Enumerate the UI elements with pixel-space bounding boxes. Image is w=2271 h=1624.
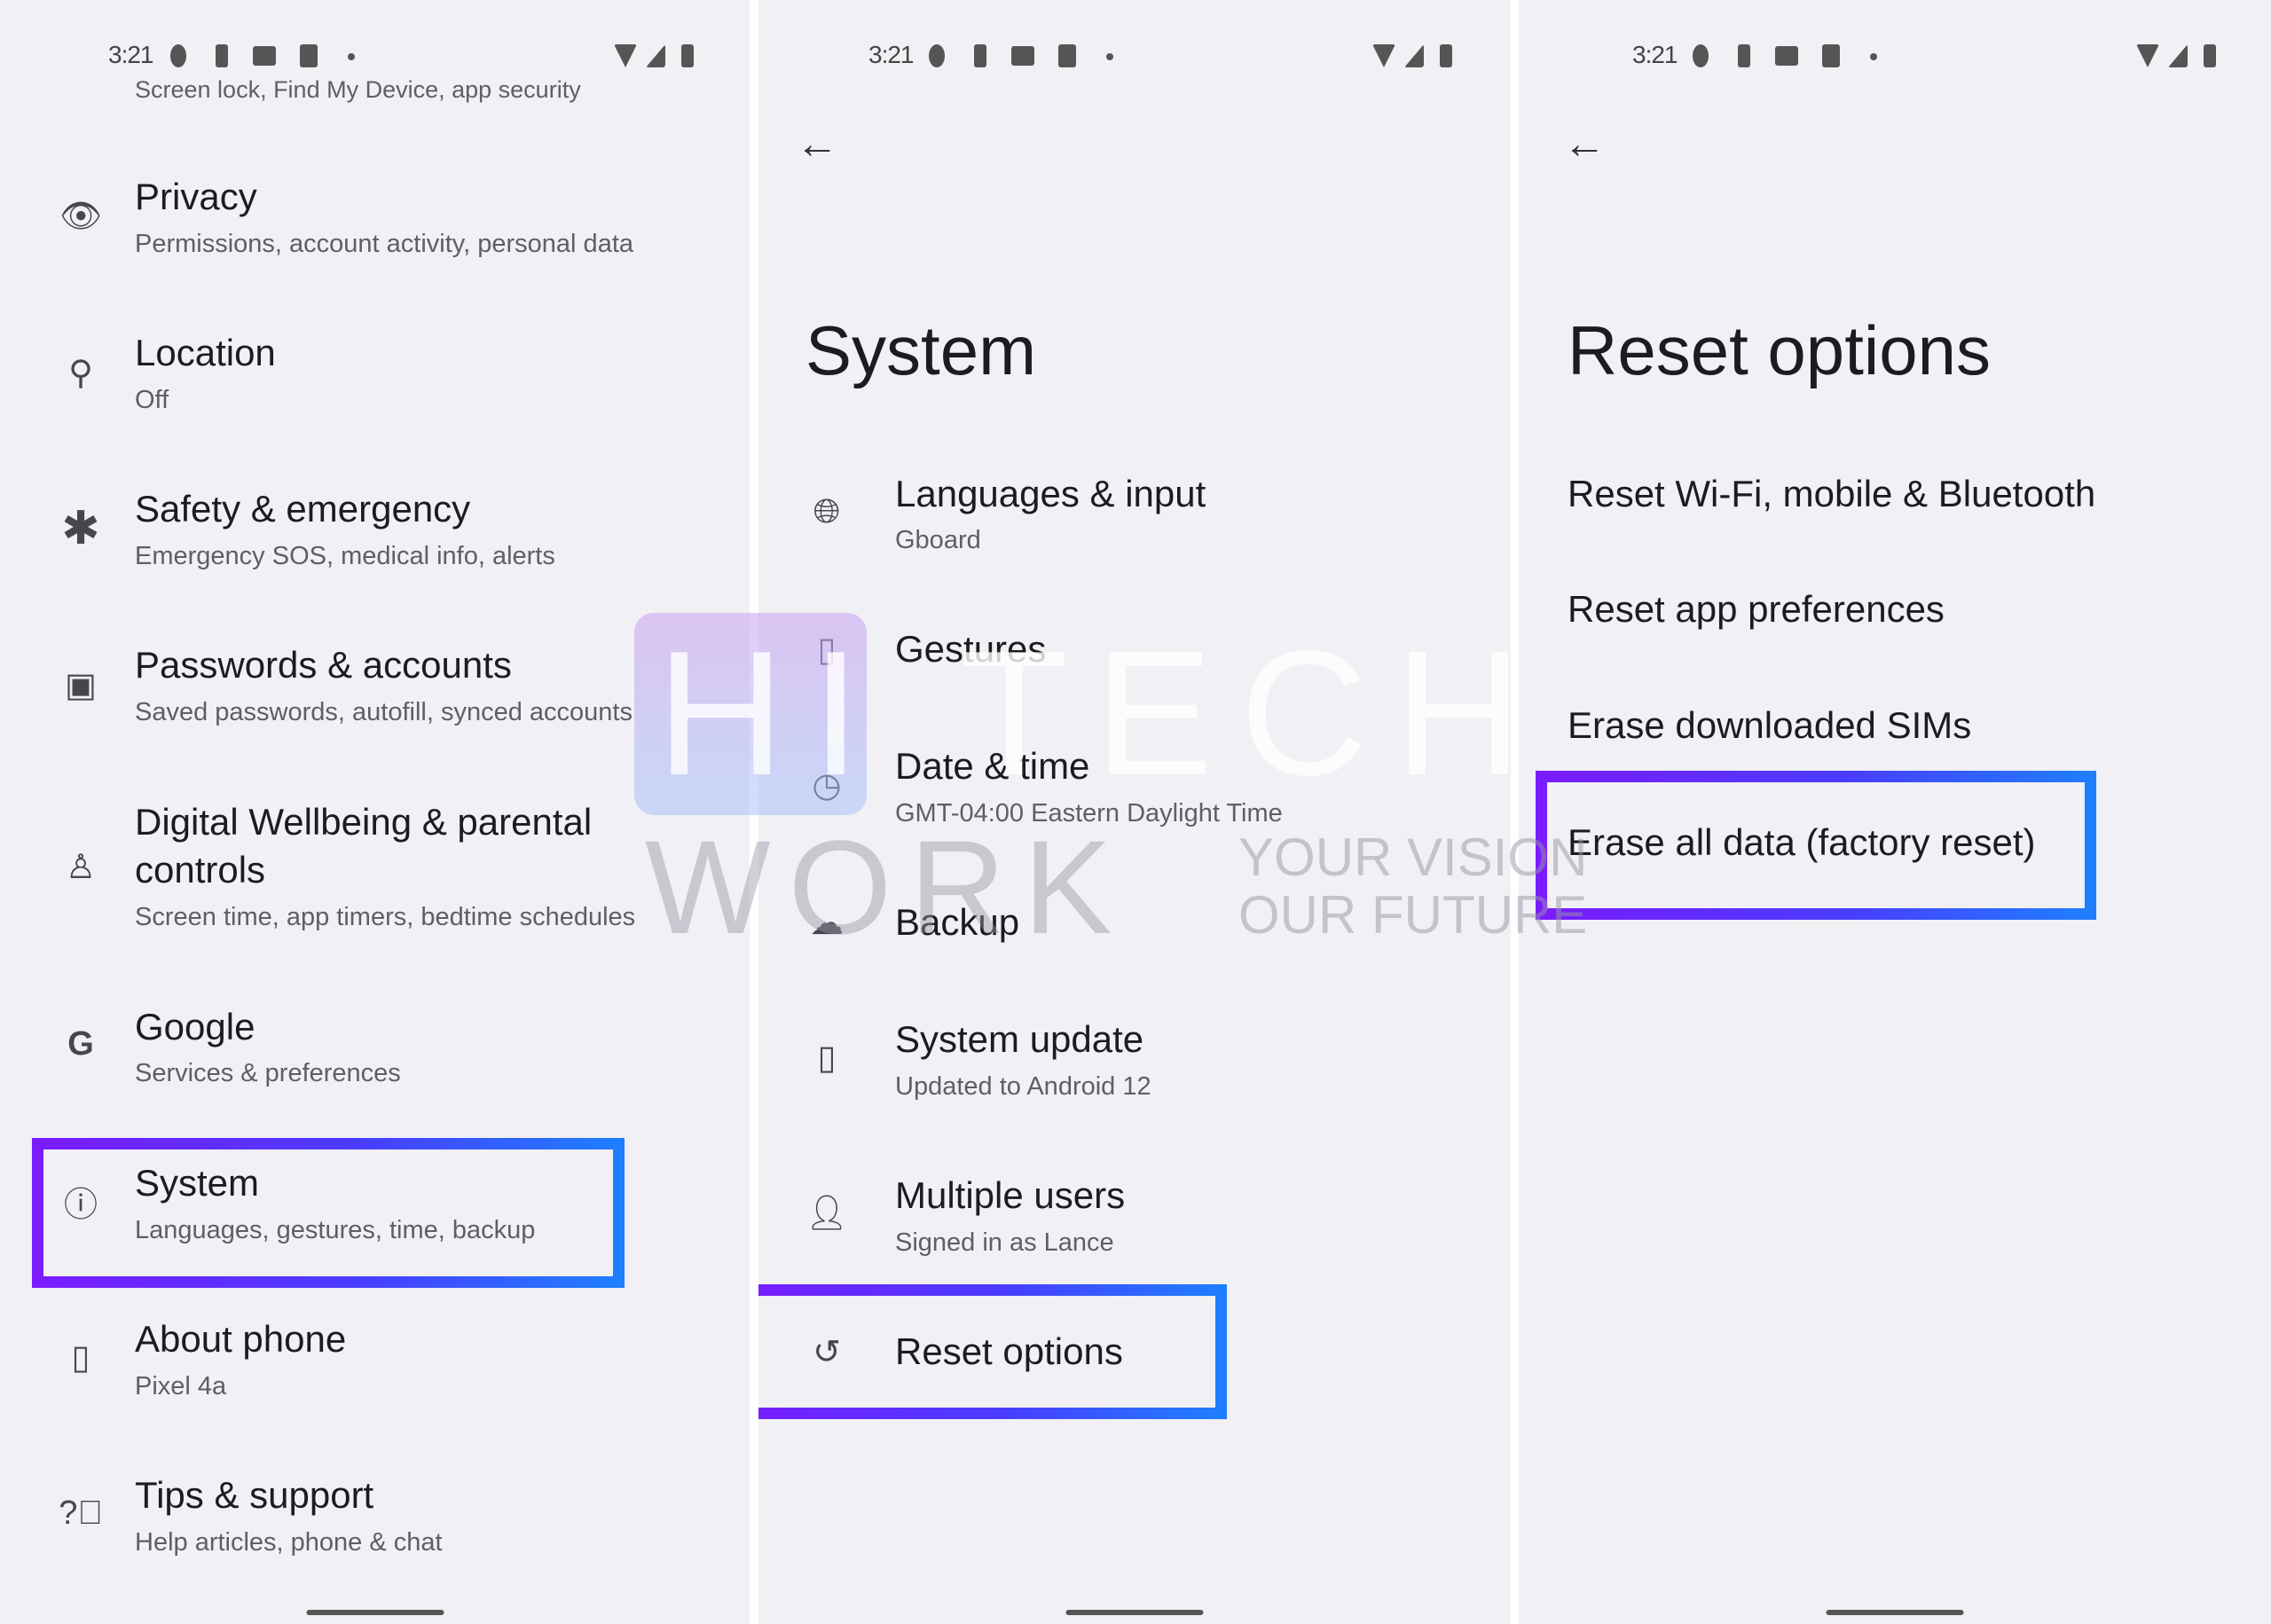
home-gesture-bar[interactable] (1826, 1610, 1964, 1615)
dot-status-icon (1870, 53, 1877, 60)
mail-status-icon (253, 46, 276, 66)
play-status-icon (300, 44, 318, 67)
erase-downloaded-sims[interactable]: Erase downloaded SIMs (1568, 705, 1971, 746)
wifi-icon (614, 44, 637, 67)
highlight-box (758, 1284, 1227, 1419)
back-arrow-icon[interactable]: ← (796, 120, 838, 169)
item-title: Backup (895, 901, 1020, 943)
battery-icon (1440, 44, 1452, 67)
location-pin-icon: ⚲ (68, 354, 93, 392)
battery-icon (2204, 44, 2216, 67)
help-icon: ?⃝ (59, 1494, 103, 1532)
item-title: Google (135, 1006, 255, 1047)
item-subtitle: GMT-04:00 Eastern Daylight Time (895, 799, 1283, 828)
item-subtitle: Updated to Android 12 (895, 1072, 1151, 1101)
mail-status-icon (1775, 46, 1798, 66)
item-title: Digital Wellbeing & parental (135, 801, 593, 843)
item-subtitle: Help articles, phone & chat (135, 1528, 443, 1557)
signal-icon (2168, 44, 2188, 67)
item-subtitle: Saved passwords, autofill, synced accoun… (135, 698, 633, 726)
item-subtitle: Services & preferences (135, 1059, 401, 1087)
status-time: 3:21 (1632, 41, 1678, 68)
item-title-line2: controls (135, 849, 266, 890)
dot-status-icon (1106, 53, 1113, 60)
account-box-icon: ▣ (65, 666, 97, 704)
privacy-eye-lock-icon: 👁 (59, 198, 103, 235)
highlight-box (32, 1138, 625, 1288)
item-subtitle: Pixel 4a (135, 1372, 227, 1400)
item-title: Privacy (135, 176, 257, 217)
asterisk-icon: ✱ (61, 503, 100, 554)
page-title: Reset options (1568, 311, 1991, 389)
battery-icon (681, 44, 694, 67)
google-g-icon: G (67, 1024, 94, 1063)
notification-status-icon (1738, 44, 1750, 67)
back-arrow-icon[interactable]: ← (1563, 120, 1606, 169)
signal-icon (646, 44, 665, 67)
item-subtitle: Emergency SOS, medical info, alerts (135, 542, 555, 570)
settings-status-icon (170, 44, 186, 67)
play-status-icon (1822, 44, 1840, 67)
notification-status-icon (974, 44, 986, 67)
item-subtitle: Gboard (895, 526, 981, 554)
status-time: 3:21 (108, 41, 153, 68)
item-subtitle: Permissions, account activity, personal … (135, 230, 634, 258)
settings-status-icon (929, 44, 945, 67)
person-icon: 👤︎ (805, 1195, 849, 1232)
settings-status-icon (1693, 44, 1709, 67)
reset-options-panel: 3:21 ← Reset options Reset Wi-Fi, mobile… (1519, 0, 2271, 1624)
wifi-icon (1372, 44, 1395, 67)
wifi-icon (2136, 44, 2159, 67)
item-title: Date & time (895, 745, 1090, 787)
signal-icon (1404, 44, 1424, 67)
item-title: Languages & input (895, 473, 1206, 514)
system-update-icon: ▯ (817, 1039, 837, 1077)
gesture-phone-icon: ▯ (817, 631, 837, 669)
item-title: About phone (135, 1318, 347, 1360)
globe-icon: 🌐︎ (813, 492, 841, 530)
wellbeing-icon: ♙ (65, 848, 97, 886)
settings-panel: 3:21 Screen lock, Find My Device, app se… (0, 0, 750, 1624)
highlight-box (1536, 771, 2096, 920)
mail-status-icon (1011, 46, 1034, 66)
item-title: Gestures (895, 628, 1047, 670)
item-title: Location (135, 332, 276, 373)
item-title: System update (895, 1018, 1144, 1060)
notification-status-icon (216, 44, 228, 67)
item-subtitle: Off (135, 386, 169, 414)
item-title: Tips & support (135, 1474, 374, 1516)
reset-app-preferences[interactable]: Reset app preferences (1568, 589, 1945, 630)
play-status-icon (1058, 44, 1076, 67)
item-title: Safety & emergency (135, 488, 471, 530)
page-title: System (805, 311, 1037, 389)
phone-icon: ▯ (71, 1338, 90, 1377)
reset-wifi-mobile-bluetooth[interactable]: Reset Wi-Fi, mobile & Bluetooth (1568, 474, 2095, 514)
cut-off-subtitle: Screen lock, Find My Device, app securit… (135, 76, 581, 103)
item-subtitle: Screen time, app timers, bedtime schedul… (135, 903, 636, 931)
home-gesture-bar[interactable] (1065, 1610, 1204, 1615)
item-title: Multiple users (895, 1174, 1126, 1216)
dot-status-icon (348, 53, 355, 60)
cloud-upload-icon: ☁ (810, 904, 844, 942)
system-panel: 3:21 ← System 🌐︎ Languages & input Gboar… (758, 0, 1511, 1624)
status-time: 3:21 (868, 41, 914, 68)
home-gesture-bar[interactable] (306, 1610, 444, 1615)
item-title: Passwords & accounts (135, 644, 512, 686)
clock-icon: ◷ (812, 766, 842, 804)
item-subtitle: Signed in as Lance (895, 1228, 1114, 1257)
